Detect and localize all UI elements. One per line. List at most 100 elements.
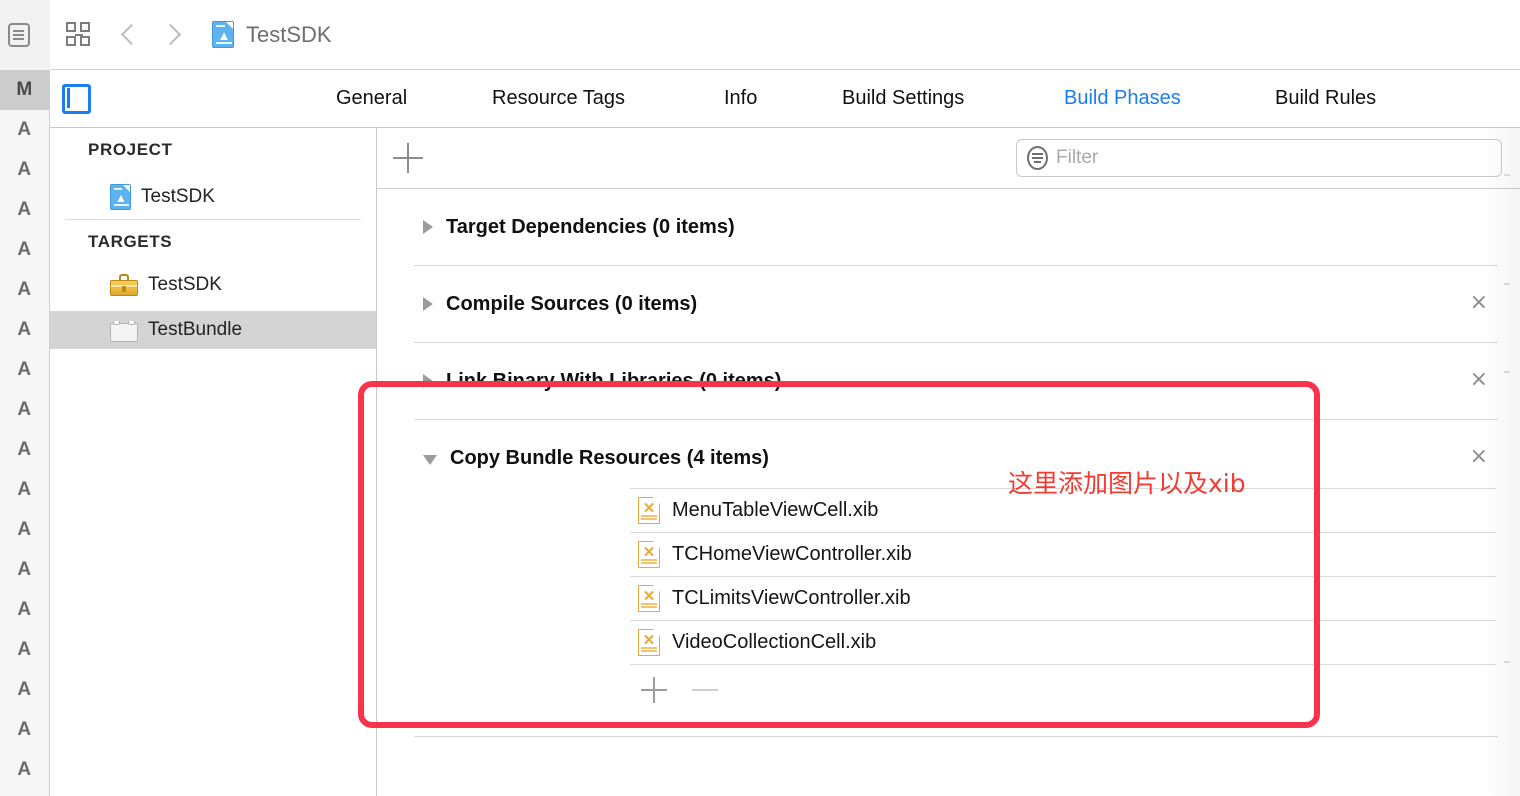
strip-row-18[interactable]: A	[0, 790, 49, 796]
chevron-right-icon[interactable]	[154, 14, 190, 56]
annotation-note: 这里添加图片以及xib	[1008, 469, 1246, 498]
filter-bar: Filter	[377, 128, 1520, 189]
strip-row-list: MAAAAAAAAAAAAAAAAAA	[0, 70, 49, 796]
add-file-button[interactable]	[641, 677, 667, 703]
strip-row-9[interactable]: A	[0, 430, 49, 470]
strip-row-5[interactable]: A	[0, 270, 49, 310]
breadcrumb-title: TestSDK	[246, 21, 332, 47]
tab-build-settings[interactable]: Build Settings	[842, 70, 964, 127]
tab-bar: General Resource Tags Info Build Setting…	[50, 70, 1520, 128]
toolbar: ▲ TestSDK	[50, 0, 1520, 70]
bundle-icon	[110, 318, 138, 342]
activity-strip: MAAAAAAAAAAAAAAAAAA	[0, 0, 50, 796]
targets-section-header: TARGETS	[88, 232, 173, 251]
xcode-project-icon: ▲	[110, 184, 131, 210]
table-row[interactable]: ✕ TCLimitsViewController.xib	[377, 576, 1520, 620]
remove-phase-button[interactable]: ×	[1470, 369, 1488, 391]
sidebar-item-target-testbundle[interactable]: TestBundle	[50, 311, 376, 349]
sidebar-item-project-testsdk[interactable]: ▲ TestSDK	[50, 178, 376, 216]
phase-link-binary-with-libraries: Link Binary With Libraries (0 items) ×	[377, 343, 1520, 420]
sidebar-toggle-icon[interactable]	[62, 84, 91, 114]
xib-file-icon: ✕	[638, 584, 660, 612]
phase-header[interactable]: Target Dependencies (0 items)	[377, 189, 1520, 265]
phase-title: Copy Bundle Resources (4 items)	[450, 446, 769, 469]
strip-row-7[interactable]: A	[0, 350, 49, 390]
phase-header[interactable]: Compile Sources (0 items) ×	[377, 266, 1520, 342]
navigator-divider	[65, 219, 361, 220]
filter-input[interactable]: Filter	[1016, 139, 1502, 177]
row-divider	[630, 576, 1496, 577]
strip-row-17[interactable]: A	[0, 750, 49, 790]
chevron-left-icon[interactable]	[112, 14, 148, 56]
sidebar-item-target-testsdk[interactable]: TestSDK	[50, 266, 376, 304]
strip-row-16[interactable]: A	[0, 710, 49, 750]
strip-row-2[interactable]: A	[0, 150, 49, 190]
table-row[interactable]: ✕ VideoCollectionCell.xib	[377, 620, 1520, 664]
grid-squares-icon[interactable]	[66, 21, 92, 48]
strip-row-4[interactable]: A	[0, 230, 49, 270]
phase-list: Target Dependencies (0 items) Compile So…	[377, 189, 1520, 796]
remove-phase-button[interactable]: ×	[1470, 446, 1488, 468]
add-remove-file-controls	[641, 669, 761, 709]
phase-title: Target Dependencies (0 items)	[446, 215, 735, 238]
disclosure-triangle-open-icon[interactable]	[423, 454, 437, 465]
remove-file-button	[692, 689, 718, 691]
add-build-phase-button[interactable]	[393, 143, 423, 173]
phase-title: Compile Sources (0 items)	[446, 292, 698, 315]
project-section-header: PROJECT	[88, 140, 173, 159]
document-list-icon[interactable]	[8, 23, 30, 47]
file-name: VideoCollectionCell.xib	[672, 630, 877, 653]
build-phases-content: Filter Target Dependencies (0 items) Com…	[377, 128, 1520, 796]
tab-general[interactable]: General	[336, 70, 407, 127]
phase-target-dependencies: Target Dependencies (0 items)	[377, 189, 1520, 266]
disclosure-triangle-closed-icon[interactable]	[423, 374, 433, 388]
sidebar-item-label: TestSDK	[148, 274, 222, 295]
filter-icon	[1027, 146, 1048, 170]
tab-build-phases[interactable]: Build Phases	[1064, 70, 1181, 127]
list-bottom-divider	[377, 664, 1520, 665]
row-divider	[630, 664, 1496, 665]
remove-phase-button[interactable]: ×	[1470, 292, 1488, 314]
file-name: TCLimitsViewController.xib	[672, 586, 911, 609]
phase-header[interactable]: Copy Bundle Resources (4 items) ×	[377, 420, 1520, 496]
tab-resource-tags[interactable]: Resource Tags	[492, 70, 625, 127]
strip-row-14[interactable]: A	[0, 630, 49, 670]
strip-row-0[interactable]: M	[0, 70, 49, 110]
strip-row-15[interactable]: A	[0, 670, 49, 710]
phase-divider	[414, 736, 1498, 737]
file-name: MenuTableViewCell.xib	[672, 498, 879, 521]
strip-row-3[interactable]: A	[0, 190, 49, 230]
strip-row-1[interactable]: A	[0, 110, 49, 150]
tab-build-rules[interactable]: Build Rules	[1275, 70, 1376, 127]
table-row[interactable]: ✕ TCHomeViewController.xib	[377, 532, 1520, 576]
phase-header[interactable]: Link Binary With Libraries (0 items) ×	[377, 343, 1520, 419]
strip-row-6[interactable]: A	[0, 310, 49, 350]
table-row[interactable]: ✕ MenuTableViewCell.xib	[377, 488, 1520, 532]
filter-placeholder: Filter	[1056, 147, 1099, 168]
row-divider	[630, 620, 1496, 621]
xib-file-icon: ✕	[638, 496, 660, 524]
sidebar-item-label: TestBundle	[148, 319, 243, 340]
strip-row-12[interactable]: A	[0, 550, 49, 590]
disclosure-triangle-closed-icon[interactable]	[423, 220, 433, 234]
strip-row-8[interactable]: A	[0, 390, 49, 430]
scrollbar[interactable]	[1504, 128, 1510, 796]
toolbox-icon	[110, 274, 138, 296]
strip-top-icon-area[interactable]	[0, 0, 50, 70]
strip-row-10[interactable]: A	[0, 470, 49, 510]
file-name: TCHomeViewController.xib	[672, 542, 912, 565]
row-divider	[630, 532, 1496, 533]
xcode-window: MAAAAAAAAAAAAAAAAAA ▲ TestSDK General Re…	[0, 0, 1520, 796]
disclosure-triangle-closed-icon[interactable]	[423, 297, 433, 311]
phase-compile-sources: Compile Sources (0 items) ×	[377, 266, 1520, 343]
xib-file-icon: ✕	[638, 540, 660, 568]
strip-row-11[interactable]: A	[0, 510, 49, 550]
project-navigator-panel: PROJECT ▲ TestSDK TARGETS TestSDK TestBu…	[50, 128, 377, 796]
tab-info[interactable]: Info	[724, 70, 757, 127]
phase-title: Link Binary With Libraries (0 items)	[446, 369, 782, 392]
xib-file-icon: ✕	[638, 628, 660, 656]
phase-copy-bundle-resources: Copy Bundle Resources (4 items) × ✕ Menu…	[377, 420, 1520, 796]
xcode-project-icon: ▲	[212, 21, 234, 48]
sidebar-item-label: TestSDK	[141, 186, 215, 207]
strip-row-13[interactable]: A	[0, 590, 49, 630]
